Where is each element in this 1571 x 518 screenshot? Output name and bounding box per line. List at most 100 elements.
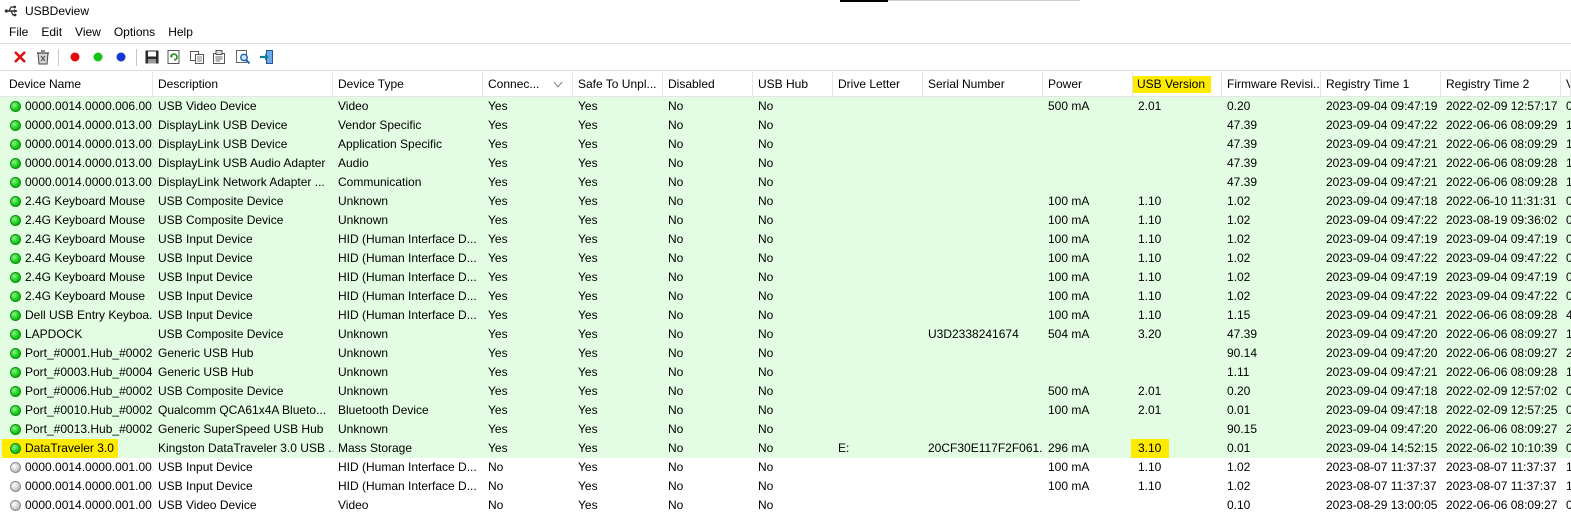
device-list-view[interactable]: Device Name Description Device Type Connec.… [0, 72, 1571, 518]
column-header-registry-time-2[interactable]: Registry Time 2 [1441, 72, 1561, 97]
cell-registry-time-2: 2022-06-06 08:09:28 [1446, 365, 1558, 379]
cell-connected: Yes [488, 289, 508, 303]
column-header-row: Device Name Description Device Type Connec.… [0, 72, 1571, 97]
table-row[interactable]: 0000.0014.0000.001.00... USB Input Device… [0, 477, 1571, 496]
cell-extra: 2 [1566, 346, 1571, 360]
cell-device-name: Port_#0010.Hub_#0002 [25, 403, 153, 417]
cell-registry-time-2: 2022-06-06 08:09:27 [1446, 346, 1558, 360]
cell-device-type: Application Specific [338, 137, 443, 151]
cell-extra: 1 [1566, 327, 1571, 341]
table-row[interactable]: 2.4G Keyboard Mouse USB Composite Device U… [0, 192, 1571, 211]
table-row[interactable]: 0000.0014.0000.001.00... USB Video Device… [0, 496, 1571, 515]
cell-device-name: 0000.0014.0000.013.00... [25, 118, 153, 132]
cell-registry-time-2: 2023-09-04 09:47:19 [1446, 270, 1558, 284]
cell-usb-version: 1.10 [1138, 308, 1162, 322]
table-row[interactable]: 2.4G Keyboard Mouse USB Input Device HID (… [0, 249, 1571, 268]
column-header-device-name[interactable]: Device Name [0, 72, 153, 97]
find-icon[interactable] [234, 48, 252, 66]
column-header-usb-hub[interactable]: USB Hub [753, 72, 833, 97]
column-header-extra[interactable]: V [1561, 72, 1571, 97]
exit-icon[interactable] [258, 48, 276, 66]
column-header-firmware-revision[interactable]: Firmware Revisi... [1222, 72, 1321, 97]
cell-device-type: Video [338, 99, 369, 113]
cell-drive-letter [833, 458, 923, 477]
table-row[interactable]: Port_#0010.Hub_#0002 Qualcomm QCA61x4A Bl… [0, 401, 1571, 420]
table-row[interactable]: 2.4G Keyboard Mouse USB Input Device HID (… [0, 287, 1571, 306]
cell-firmware-revision: 1.02 [1227, 213, 1251, 227]
cell-description: USB Composite Device [158, 213, 284, 227]
cell-connected: Yes [488, 156, 508, 170]
cell-device-type: Mass Storage [338, 441, 413, 455]
table-row[interactable]: LAPDOCK USB Composite Device Unknown Yes Yes… [0, 325, 1571, 344]
table-row[interactable]: 0000.0014.0000.001.00... USB Input Device… [0, 458, 1571, 477]
uninstall-icon[interactable] [34, 48, 52, 66]
cell-disabled: No [668, 232, 684, 246]
table-row[interactable]: Port_#0013.Hub_#0002 Generic SuperSpeed U… [0, 420, 1571, 439]
cell-device-name: DataTraveler 3.0 [25, 441, 114, 455]
column-header-disabled[interactable]: Disabled [663, 72, 753, 97]
cell-disabled: No [668, 365, 684, 379]
menu-help[interactable]: Help [162, 22, 200, 43]
column-header-registry-time-1[interactable]: Registry Time 1 [1321, 72, 1441, 97]
menu-options[interactable]: Options [108, 22, 162, 43]
cell-firmware-revision: 0.20 [1227, 99, 1251, 113]
column-header-drive-letter[interactable]: Drive Letter [833, 72, 923, 97]
cell-description: USB Input Device [158, 460, 253, 474]
column-header-power[interactable]: Power [1043, 72, 1133, 97]
cell-serial-number [923, 154, 1043, 173]
cell-connected: Yes [488, 422, 508, 436]
column-header-usb-version[interactable]: USB Version [1133, 72, 1222, 97]
blue-dot-icon[interactable] [112, 48, 130, 66]
table-row[interactable]: Port_#0006.Hub_#0002 USB Composite Device… [0, 382, 1571, 401]
red-dot-icon[interactable] [66, 48, 84, 66]
cell-disabled: No [668, 498, 684, 512]
cell-connected: No [488, 460, 504, 474]
cell-device-name: 2.4G Keyboard Mouse [25, 232, 146, 246]
column-header-serial-number[interactable]: Serial Number [923, 72, 1043, 97]
save-icon[interactable] [143, 48, 161, 66]
column-header-description[interactable]: Description [153, 72, 333, 97]
usb-app-icon [4, 5, 17, 17]
table-row[interactable]: 0000.0014.0000.013.00... DisplayLink USB … [0, 135, 1571, 154]
column-header-safe-to-unplug[interactable]: Safe To Unpl... [573, 72, 663, 97]
refresh-icon[interactable] [165, 48, 183, 66]
table-row[interactable]: 2.4G Keyboard Mouse USB Input Device HID (… [0, 268, 1571, 287]
cell-description: USB Input Device [158, 479, 253, 493]
properties-icon[interactable] [210, 48, 228, 66]
cell-disabled: No [668, 346, 684, 360]
cell-power: 100 mA [1048, 479, 1090, 493]
green-dot-icon[interactable] [89, 48, 107, 66]
copy-icon[interactable] [188, 48, 206, 66]
table-row[interactable]: DataTraveler 3.0 Kingston DataTraveler 3.… [0, 439, 1571, 458]
delete-icon[interactable] [11, 48, 29, 66]
table-row[interactable]: Dell USB Entry Keyboa... USB Input Device… [0, 306, 1571, 325]
cell-power: 500 mA [1048, 384, 1090, 398]
table-row[interactable]: 0000.0014.0000.013.00... DisplayLink USB … [0, 116, 1571, 135]
cell-usb-hub: No [758, 99, 774, 113]
cell-drive-letter [833, 154, 923, 173]
cell-extra: 1 [1566, 365, 1571, 379]
cell-description: USB Input Device [158, 270, 253, 284]
table-row[interactable]: Port_#0001.Hub_#0002 Generic USB Hub Unkno… [0, 344, 1571, 363]
cell-registry-time-1: 2023-09-04 09:47:21 [1326, 308, 1438, 322]
cell-connected: No [488, 498, 504, 512]
cell-serial-number [923, 458, 1043, 477]
cell-safe-to-unplug: Yes [578, 365, 598, 379]
table-row[interactable]: 2.4G Keyboard Mouse USB Composite Device U… [0, 211, 1571, 230]
menu-file[interactable]: File [0, 22, 35, 43]
column-header-device-type[interactable]: Device Type [333, 72, 483, 97]
table-row[interactable]: 0000.0014.0000.006.00... USB Video Device… [0, 97, 1571, 116]
menu-edit[interactable]: Edit [35, 22, 69, 43]
table-row[interactable]: 2.4G Keyboard Mouse USB Input Device HID (… [0, 230, 1571, 249]
table-row[interactable]: 0000.0014.0000.013.00... DisplayLink Netw… [0, 173, 1571, 192]
cell-connected: Yes [488, 308, 508, 322]
cell-usb-hub: No [758, 213, 774, 227]
cell-disabled: No [668, 422, 684, 436]
cell-drive-letter [833, 306, 923, 325]
cell-usb-version: 1.10 [1138, 232, 1162, 246]
cell-registry-time-1: 2023-09-04 09:47:18 [1326, 194, 1438, 208]
table-row[interactable]: 0000.0014.0000.013.00... DisplayLink USB … [0, 154, 1571, 173]
menu-view[interactable]: View [69, 22, 108, 43]
table-row[interactable]: Port_#0003.Hub_#0004 Generic USB Hub Unkno… [0, 363, 1571, 382]
cell-power: 100 mA [1048, 308, 1090, 322]
